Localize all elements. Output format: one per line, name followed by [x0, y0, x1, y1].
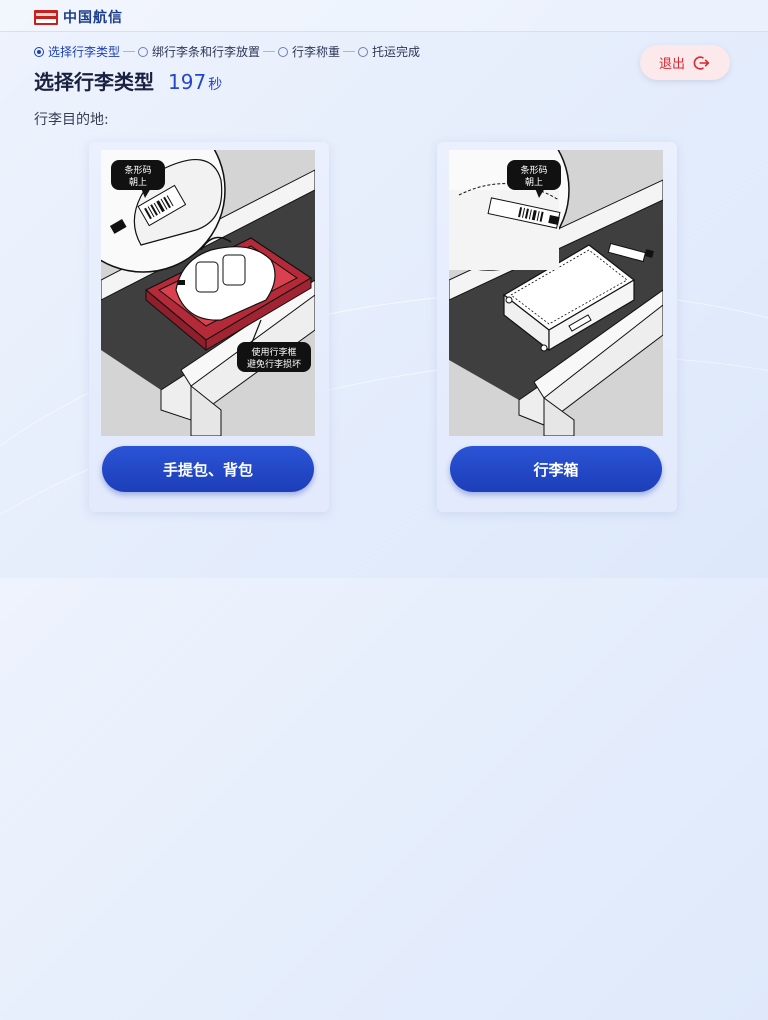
exit-label: 退出 [658, 57, 685, 72]
step-separator [123, 51, 136, 52]
countdown-value: 197 [168, 70, 207, 94]
step-weigh: 行李称重 [278, 43, 340, 60]
step-radio-icon [34, 46, 44, 57]
step-label: 行李称重 [292, 45, 341, 59]
step-tag-and-place: 绑行李条和行李放置 [138, 43, 260, 60]
countdown-timer: 197 秒 [168, 70, 222, 94]
step-select-type: 选择行李类型 [34, 43, 120, 60]
handbag-backpack-button[interactable]: 手提包、背包 [102, 446, 314, 492]
step-complete: 托运完成 [358, 43, 420, 60]
title-row: 选择行李类型 197 秒 [34, 66, 222, 95]
travelsky-logo-icon [34, 9, 58, 25]
brand-logo: 中国航信 [34, 7, 123, 27]
step-radio-icon [358, 46, 369, 57]
step-separator [263, 51, 276, 52]
tip-barcode-line1: 条形码 [124, 164, 151, 176]
tip-frame-line2: 避免行李损坏 [247, 358, 301, 370]
tip-barcode-line2: 朝上 [129, 177, 147, 188]
suitcase-option-card[interactable]: 条形码 朝上 行李箱 [437, 142, 677, 512]
exit-button[interactable]: 退出 [640, 45, 730, 80]
logout-icon [693, 55, 710, 70]
handbag-option-card[interactable]: 条形码 朝上 使用行李框 避免行李损坏 手提包、背包 [89, 142, 329, 512]
step-label: 托运完成 [372, 45, 421, 59]
top-bar: 中国航信 [0, 0, 768, 32]
step-label: 绑行李条和行李放置 [152, 45, 261, 59]
page-title: 选择行李类型 [34, 70, 154, 94]
brand-name: 中国航信 [63, 10, 123, 26]
suitcase-button[interactable]: 行李箱 [450, 446, 662, 492]
handbag-illustration: 条形码 朝上 使用行李框 避免行李损坏 [101, 150, 315, 436]
progress-steps: 选择行李类型 绑行李条和行李放置 行李称重 托运完成 [34, 43, 420, 60]
tip-barcode-line1: 条形码 [520, 164, 547, 176]
step-radio-icon [278, 46, 289, 57]
countdown-unit: 秒 [208, 77, 223, 93]
step-label: 选择行李类型 [48, 45, 121, 59]
tip-frame-line1: 使用行李框 [251, 346, 296, 358]
step-separator [343, 51, 356, 52]
destination-label: 行李目的地: [34, 112, 109, 128]
suitcase-illustration: 条形码 朝上 [449, 150, 663, 436]
step-radio-icon [138, 46, 149, 57]
tip-barcode-line2: 朝上 [525, 177, 543, 188]
